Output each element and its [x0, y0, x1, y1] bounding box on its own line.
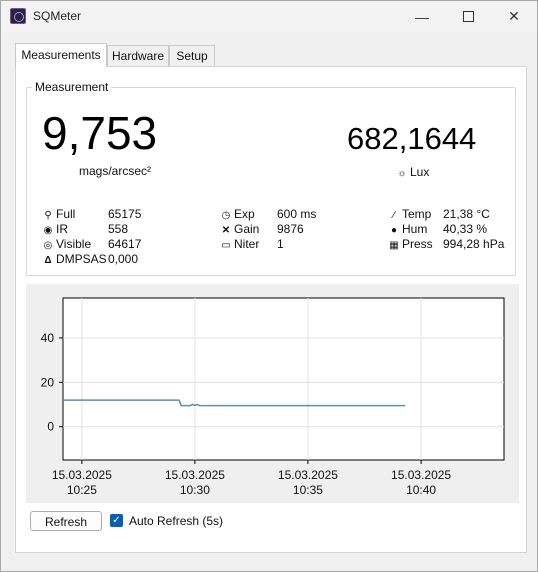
reading-label: IR — [56, 222, 68, 236]
mags-value: 9,753 — [42, 107, 158, 159]
env-temp: ∕ Temp — [388, 207, 431, 221]
setting-niter: ▭ Niter — [220, 237, 259, 251]
refresh-button[interactable]: Refresh — [30, 511, 102, 531]
history-chart[interactable]: 02040 15.03.202510:2515.03.202510:3015.0… — [26, 284, 519, 503]
reading-label: Visible — [56, 237, 92, 251]
auto-refresh-label[interactable]: Auto Refresh (5s) — [129, 514, 223, 528]
ir-icon: ◉ — [43, 225, 53, 236]
env-label: Hum — [402, 222, 428, 236]
window-title: SQMeter — [33, 9, 82, 23]
measurements-panel: Measurement 9,753 mags/arcsec² 682,1644 … — [15, 66, 527, 553]
eye-icon: ◎ — [43, 240, 53, 251]
y-axis: 0 20 40 — [41, 331, 63, 434]
pressure-icon: ▦ — [389, 240, 399, 251]
iter-icon: ▭ — [221, 240, 231, 251]
setting-value: 9876 — [277, 222, 304, 236]
check-icon: ✓ — [112, 515, 121, 526]
drop-icon: ● — [390, 225, 398, 236]
reading-visible: ◎ Visible — [42, 237, 92, 251]
minimize-icon: — — [415, 8, 429, 25]
auto-refresh-checkbox[interactable]: ✓ — [110, 514, 123, 527]
env-label: Temp — [402, 207, 432, 221]
setting-gain: ✕ Gain — [220, 222, 260, 236]
x-axis: 15.03.202510:2515.03.202510:3015.03.2025… — [52, 460, 451, 497]
x-tick-date: 15.03.2025 — [52, 468, 112, 482]
reading-value: 65175 — [108, 207, 142, 221]
env-hum: ● Hum — [388, 222, 427, 236]
clock-icon: ◷ — [221, 210, 231, 221]
maximize-button[interactable] — [445, 1, 491, 32]
mags-unit: mags/arcsec² — [79, 164, 152, 178]
setting-label: Exp — [234, 207, 255, 221]
tab-measurements[interactable]: Measurements — [15, 43, 107, 67]
x-tick-time: 10:25 — [67, 483, 97, 497]
reading-label: DMPSAS — [56, 252, 107, 266]
lux-label: ☼ Lux — [396, 165, 429, 179]
y-tick-label: 0 — [47, 420, 54, 434]
reading-full: ⚲ Full — [42, 207, 75, 221]
reading-value: 64617 — [108, 237, 142, 251]
app-icon — [10, 8, 26, 24]
sun-icon: ☼ — [397, 168, 407, 179]
reading-label: Full — [56, 207, 76, 221]
x-tick-date: 15.03.2025 — [165, 468, 225, 482]
x-tick-date: 15.03.2025 — [278, 468, 338, 482]
title-bar[interactable]: SQMeter — ✕ — [1, 1, 537, 32]
setting-label: Niter — [234, 237, 260, 251]
minimize-button[interactable]: — — [399, 1, 445, 32]
tab-hardware[interactable]: Hardware — [107, 45, 169, 66]
gain-icon: ✕ — [221, 225, 231, 236]
y-tick-label: 40 — [41, 331, 55, 345]
close-button[interactable]: ✕ — [491, 1, 537, 32]
close-icon: ✕ — [508, 8, 520, 24]
lux-unit: Lux — [410, 165, 430, 179]
chart-area: 0 20 40 15.03.2025 10:25 15.03.2025 10:30 15.0… — [26, 284, 519, 503]
x-tick-time: 10:40 — [406, 483, 436, 497]
maximize-icon — [462, 11, 474, 22]
setting-value: 600 ms — [277, 207, 317, 221]
env-press: ▦ Press — [388, 237, 433, 251]
env-value: 994,28 hPa — [443, 237, 505, 251]
x-tick-time: 10:30 — [180, 483, 210, 497]
plot-area — [62, 297, 505, 461]
reading-value: 558 — [108, 222, 129, 236]
lux-value: 682,1644 — [347, 121, 477, 156]
thermometer-icon: ∕ — [393, 210, 395, 221]
y-tick-label: 20 — [41, 375, 55, 389]
x-tick-date: 15.03.2025 — [391, 468, 451, 482]
env-value: 40,33 % — [443, 222, 488, 236]
setting-value: 1 — [277, 237, 284, 251]
setting-exp: ◷ Exp — [220, 207, 255, 221]
env-label: Press — [402, 237, 433, 251]
app-window: SQMeter — ✕ Measurements Hardware Setup … — [0, 0, 538, 572]
measurement-group-label: Measurement — [32, 80, 112, 94]
x-tick-time: 10:35 — [293, 483, 323, 497]
bulb-icon: ⚲ — [44, 210, 52, 221]
reading-value: 0,000 — [108, 252, 139, 266]
measurement-group: Measurement 9,753 mags/arcsec² 682,1644 … — [26, 80, 516, 276]
setting-label: Gain — [234, 222, 260, 236]
reading-ir: ◉ IR — [42, 222, 68, 236]
reading-dmpsas: Δ DMPSAS — [42, 252, 107, 266]
env-value: 21,38 °C — [443, 207, 490, 221]
tab-setup[interactable]: Setup — [169, 45, 215, 66]
delta-icon: Δ — [44, 255, 52, 266]
